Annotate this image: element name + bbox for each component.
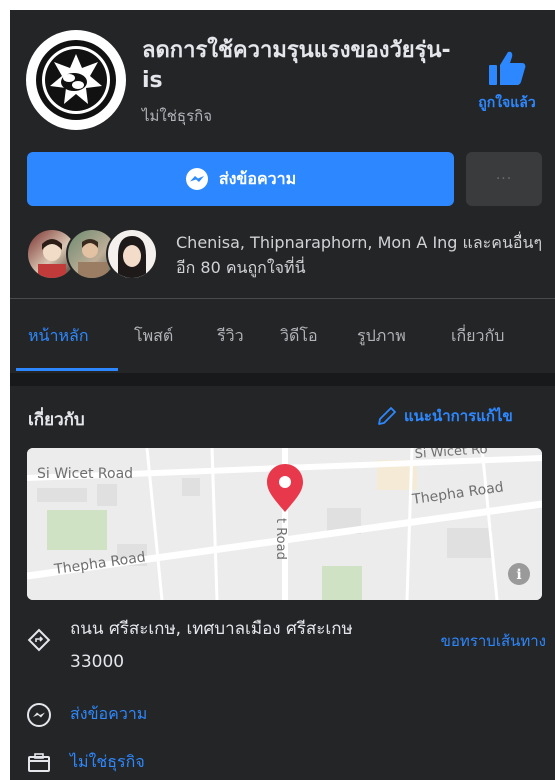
address-text: ถนน ศรีสะเกษ, เทศบาลเมือง ศรีสะเกษ 33000 [70, 619, 353, 672]
category-icon [28, 753, 50, 772]
page-category: ไม่ใช่ธุรกิจ [142, 107, 213, 125]
page-screen: ลดการใช้ความรุนแรงของวัยรุ่น-is ไม่ใช่ธุ… [10, 10, 555, 780]
send-message-button[interactable]: ส่งข้อความ [27, 152, 454, 206]
divider [10, 298, 555, 299]
friend-avatar [106, 228, 158, 280]
map-road-label: Si Wicet Road [37, 466, 133, 482]
page-avatar[interactable] [26, 30, 126, 130]
info-icon[interactable]: i [508, 563, 530, 585]
send-message-label: ส่งข้อความ [218, 168, 297, 188]
liked-label: ถูกใจแล้ว [478, 95, 536, 111]
page-logo-icon [36, 40, 116, 120]
page-tabs: หน้าหลัก โพสต์ รีวิว วิดีโอ รูปภาพ เกี่ย… [10, 300, 555, 372]
pencil-icon [378, 407, 396, 425]
about-section-title: เกี่ยวกับ [28, 410, 85, 430]
page-title: ลดการใช้ความรุนแรงของวัยรุ่น-is [142, 38, 451, 93]
directions-icon [27, 628, 51, 652]
tab-posts[interactable]: โพสต์ [134, 324, 173, 349]
address-row: ถนน ศรีสะเกษ, เทศบาลเมือง ศรีสะเกษ 33000… [26, 613, 546, 683]
tab-about[interactable]: เกี่ยวกับ [451, 324, 504, 349]
location-map[interactable]: Si Wicet Road Si Wicet Ro Thepha Road Th… [27, 448, 542, 600]
page-header: ลดการใช้ความรุนแรงของวัยรุ่น-is ไม่ใช่ธุ… [10, 10, 555, 150]
suggest-edit-link[interactable]: แนะนำการแก้ไข [376, 404, 513, 428]
more-icon: ··· [495, 171, 513, 187]
svg-text:i: i [516, 567, 521, 583]
category-link: ไม่ใช่ธุรกิจ [70, 752, 145, 771]
friends-like-text: Chenisa, Thipnaraphorn, Mon A Ing และคนอ… [176, 233, 543, 277]
messenger-icon [27, 703, 51, 727]
tab-videos[interactable]: วิดีโอ [280, 324, 318, 349]
more-button[interactable]: ··· [466, 152, 542, 206]
messenger-icon [185, 168, 208, 190]
liked-button[interactable]: ถูกใจแล้ว [462, 50, 552, 114]
tab-photos[interactable]: รูปภาพ [357, 324, 406, 349]
active-tab-indicator [16, 368, 118, 371]
map-road-label: t Road [273, 518, 288, 560]
get-directions-link[interactable]: ขอทราบเส้นทาง [441, 629, 546, 653]
tab-home[interactable]: หน้าหลัก [28, 324, 89, 349]
suggest-edit-label: แนะนำการแก้ไข [404, 407, 513, 425]
tab-reviews[interactable]: รีวิว [217, 324, 244, 349]
friends-like-row[interactable]: Chenisa, Thipnaraphorn, Mon A Ing และคนอ… [26, 226, 546, 286]
section-separator [10, 373, 555, 386]
category-row[interactable]: ไม่ใช่ธุรกิจ [26, 748, 546, 778]
thumbs-up-icon [489, 51, 526, 85]
send-message-link: ส่งข้อความ [70, 704, 148, 723]
message-row[interactable]: ส่งข้อความ [26, 700, 546, 730]
